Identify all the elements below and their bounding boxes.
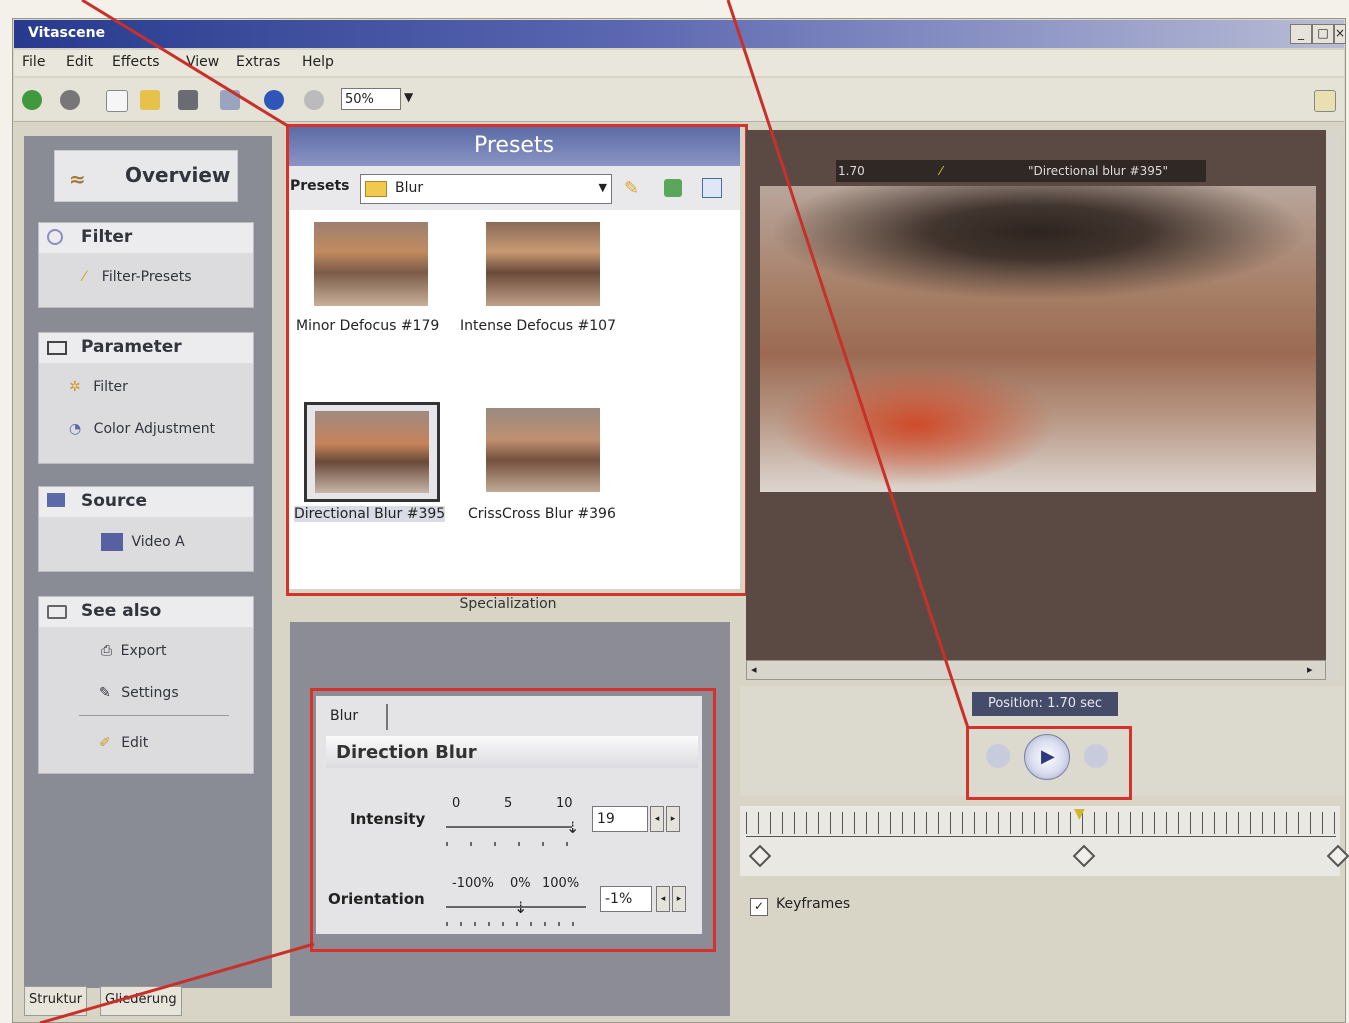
annotation-lines [39,0,970,1023]
annotation-line [726,0,970,729]
annotation-line [39,942,315,1023]
annotation-line [81,0,289,128]
